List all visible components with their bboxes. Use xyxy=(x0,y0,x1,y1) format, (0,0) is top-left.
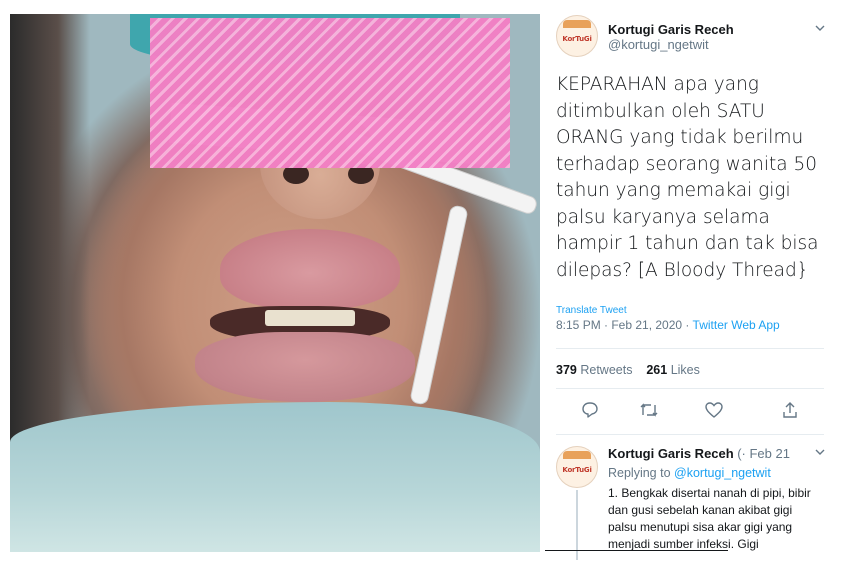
likes-count: 261 xyxy=(646,363,668,377)
tweet-photo[interactable] xyxy=(10,14,540,552)
tweet-stats: 379 Retweets 261 Likes xyxy=(556,363,700,377)
tweet-text: KEPARAHAN apa yang ditimbulkan oleh SATU… xyxy=(556,74,819,281)
photo-teeth xyxy=(265,310,355,326)
divider xyxy=(545,550,728,551)
censor-scribble xyxy=(150,18,510,168)
replying-to-label: Replying to xyxy=(608,466,671,480)
photo-lower-lip xyxy=(195,332,415,402)
retweet-icon[interactable] xyxy=(638,400,660,422)
author-handle[interactable]: @kortugi_ngetwit xyxy=(608,37,734,52)
photo-sheet xyxy=(10,402,540,552)
likes-label: Likes xyxy=(670,363,700,377)
heart-icon[interactable] xyxy=(704,400,726,422)
chevron-down-icon[interactable] xyxy=(814,446,826,461)
avatar-text: KorTuGi xyxy=(562,35,592,43)
divider xyxy=(556,388,824,389)
reply-header: Kortugi Garis Receh (· Feb 21 xyxy=(608,446,790,461)
avatar-text: KorTuGi xyxy=(562,466,592,474)
author-name[interactable]: Kortugi Garis Receh xyxy=(608,22,734,37)
reply-icon[interactable] xyxy=(580,400,602,422)
replying-to-handle[interactable]: @kortugi_ngetwit xyxy=(674,466,771,480)
reply-author-name[interactable]: Kortugi Garis Receh xyxy=(608,446,734,461)
reply-text: 1. Bengkak disertai nanah di pipi, bibir… xyxy=(608,486,811,551)
tweet-timestamp[interactable]: 8:15 PM · Feb 21, 2020 · xyxy=(556,318,693,332)
tweet-author[interactable]: Kortugi Garis Receh @kortugi_ngetwit xyxy=(608,22,734,52)
divider xyxy=(556,434,824,435)
photo-upper-lip xyxy=(220,229,400,309)
tweet-actions xyxy=(556,400,826,426)
translate-tweet-link[interactable]: Translate Tweet xyxy=(556,305,627,316)
reply-meta[interactable]: (· Feb 21 xyxy=(737,446,790,461)
share-icon[interactable] xyxy=(780,400,802,422)
tweet-meta: 8:15 PM · Feb 21, 2020 · Twitter Web App xyxy=(556,318,780,332)
tweet-source[interactable]: Twitter Web App xyxy=(693,318,780,332)
retweets-stat[interactable]: 379 Retweets xyxy=(556,363,632,377)
chevron-down-icon[interactable] xyxy=(814,22,826,37)
likes-stat[interactable]: 261 Likes xyxy=(646,363,700,377)
replying-to: Replying to @kortugi_ngetwit xyxy=(608,466,771,480)
avatar[interactable]: KorTuGi xyxy=(556,15,598,57)
retweets-label: Retweets xyxy=(580,363,633,377)
retweets-count: 379 xyxy=(556,363,577,377)
reply-avatar[interactable]: KorTuGi xyxy=(556,446,598,488)
divider xyxy=(556,348,824,349)
